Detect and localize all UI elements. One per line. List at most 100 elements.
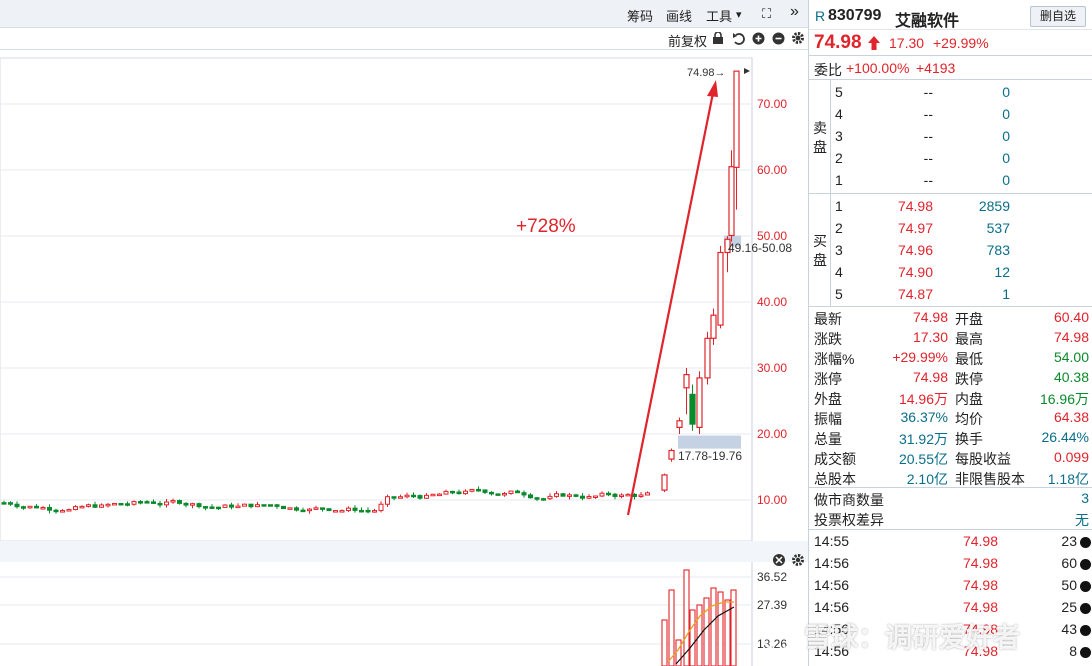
chart-toolbar: 筹码 画线 工具 ▾ ⛶ » xyxy=(0,0,808,28)
tick-direction-dot-icon xyxy=(1080,581,1091,592)
chart-pane[interactable]: 筹码 画线 工具 ▾ ⛶ » 前复权 +728% 74.98→ 49.16-50… xyxy=(0,0,808,666)
stat-value: 64.38 xyxy=(1053,409,1089,425)
sell-level-price: -- xyxy=(923,84,933,100)
current-price-arrow-icon xyxy=(744,68,750,74)
candle-body xyxy=(469,488,475,492)
zoom-out-icon[interactable] xyxy=(772,32,785,45)
candle-body xyxy=(398,496,403,499)
candle-body xyxy=(274,504,280,507)
candle-body xyxy=(66,509,72,512)
gear-icon[interactable] xyxy=(791,31,805,45)
tick-time: 14:55 xyxy=(814,533,850,549)
expand-more-icon[interactable]: » xyxy=(790,3,799,21)
buy-level-volume: 537 xyxy=(986,220,1010,236)
sell-level-row[interactable]: 5 -- 0 xyxy=(809,82,1092,102)
sell-level-row[interactable]: 1 -- 0 xyxy=(809,170,1092,190)
candle-body xyxy=(287,507,293,510)
candle-body xyxy=(261,504,267,507)
tools-menu-button[interactable]: 工具 xyxy=(706,6,732,25)
candle-body xyxy=(599,492,605,497)
candle-body xyxy=(222,504,228,508)
price-marker-label: 74.98→ xyxy=(687,67,726,79)
candle-body xyxy=(638,494,644,497)
sell-level-row[interactable]: 2 -- 0 xyxy=(809,148,1092,168)
volume-bar xyxy=(689,609,696,666)
candle-body xyxy=(733,70,740,168)
extra-value: 3 xyxy=(1081,490,1089,506)
stat-value: 20.55亿 xyxy=(898,451,948,467)
stat-label: 换手 xyxy=(955,431,983,447)
candle-body xyxy=(170,500,176,503)
candle-body xyxy=(268,504,273,507)
sell-level-row[interactable]: 4 -- 0 xyxy=(809,104,1092,124)
stock-header: R 830799 艾融软件 删自选 xyxy=(809,0,1092,30)
price-tick-label: 60.00 xyxy=(757,163,787,177)
tick-volume: 60 xyxy=(1061,555,1077,571)
volume-bar xyxy=(703,597,710,666)
volume-tick-label: 27.39 xyxy=(757,598,787,612)
recent-candles xyxy=(661,70,740,493)
stat-label: 内盘 xyxy=(955,391,983,407)
buy-level-index: 1 xyxy=(835,198,843,214)
candle-body xyxy=(125,503,130,506)
candle-body xyxy=(40,507,46,510)
candle-body xyxy=(378,503,384,512)
delete-watchlist-button[interactable]: 删自选 xyxy=(1030,6,1086,27)
sell-level-row[interactable]: 3 -- 0 xyxy=(809,126,1092,146)
candle-body xyxy=(456,491,462,495)
fullscreen-icon[interactable]: ⛶ xyxy=(762,6,771,22)
chevron-down-icon[interactable]: ▾ xyxy=(736,8,742,21)
order-ratio-label: 委比 xyxy=(814,62,842,78)
candle-body xyxy=(689,393,696,425)
buy-level-row[interactable]: 3 74.96 783 xyxy=(809,240,1092,260)
candle-body xyxy=(385,496,390,505)
stat-value: 36.37% xyxy=(900,409,948,425)
candle-body xyxy=(528,494,533,499)
buy-level-row[interactable]: 4 74.90 12 xyxy=(809,262,1092,282)
zoom-in-icon[interactable] xyxy=(752,32,765,45)
buy-level-row[interactable]: 2 74.97 537 xyxy=(809,218,1092,238)
extra-row: 投票权差异 无 xyxy=(809,508,1092,528)
chips-button[interactable]: 筹码 xyxy=(627,6,653,25)
candle-body xyxy=(502,492,507,496)
candle-body xyxy=(567,494,572,497)
candle-body xyxy=(229,504,234,508)
volume-bar xyxy=(675,639,682,666)
price-axis: 70.00 60.00 50.00 40.00 30.00 20.00 10.00 xyxy=(757,97,787,507)
stat-value: 54.00 xyxy=(1053,349,1089,365)
lock-icon[interactable] xyxy=(712,32,724,45)
market-tag: R xyxy=(815,8,826,24)
stat-label: 振幅 xyxy=(814,411,842,427)
buy-level-volume: 1 xyxy=(1002,286,1010,302)
candle-body xyxy=(541,498,546,501)
candle-body xyxy=(450,490,455,494)
plot-border xyxy=(0,57,753,542)
stat-value: 60.40 xyxy=(1053,309,1089,325)
stat-label: 最新 xyxy=(814,311,842,327)
buy-level-row[interactable]: 1 74.98 2859 xyxy=(809,196,1092,216)
candle-body xyxy=(203,506,208,509)
volume-close-icon[interactable] xyxy=(773,554,785,566)
buy-level-volume: 783 xyxy=(986,242,1010,258)
stats-row: 最新 74.98 开盘 60.40 xyxy=(809,307,1092,327)
stat-value: 14.96万 xyxy=(898,391,948,407)
draw-line-button[interactable]: 画线 xyxy=(666,6,692,25)
stats-row: 涨幅% +29.99% 最低 54.00 xyxy=(809,347,1092,367)
candle-body xyxy=(521,492,527,496)
volume-bar xyxy=(661,619,668,666)
stat-value: 2.10亿 xyxy=(906,471,948,487)
price-tick-label: 20.00 xyxy=(757,427,787,441)
undo-icon[interactable] xyxy=(732,32,745,45)
last-price: 74.98 xyxy=(814,32,862,53)
volume-chart: 36.5227.3918.26 xyxy=(0,562,787,666)
buy-level-row[interactable]: 5 74.87 1 xyxy=(809,284,1092,304)
adjust-mode-button[interactable]: 前复权 xyxy=(668,31,707,50)
candle-body xyxy=(573,494,579,497)
stat-value: 74.98 xyxy=(912,369,948,385)
candle-body xyxy=(437,493,442,497)
candlestick-chart[interactable]: +728% 74.98→ 49.16-50.08 17.78-19.76 70.… xyxy=(0,50,808,666)
stat-value: 74.98 xyxy=(1053,329,1089,345)
stat-value: 74.98 xyxy=(912,309,948,325)
candle-body xyxy=(248,503,254,508)
candle-body xyxy=(131,501,137,505)
